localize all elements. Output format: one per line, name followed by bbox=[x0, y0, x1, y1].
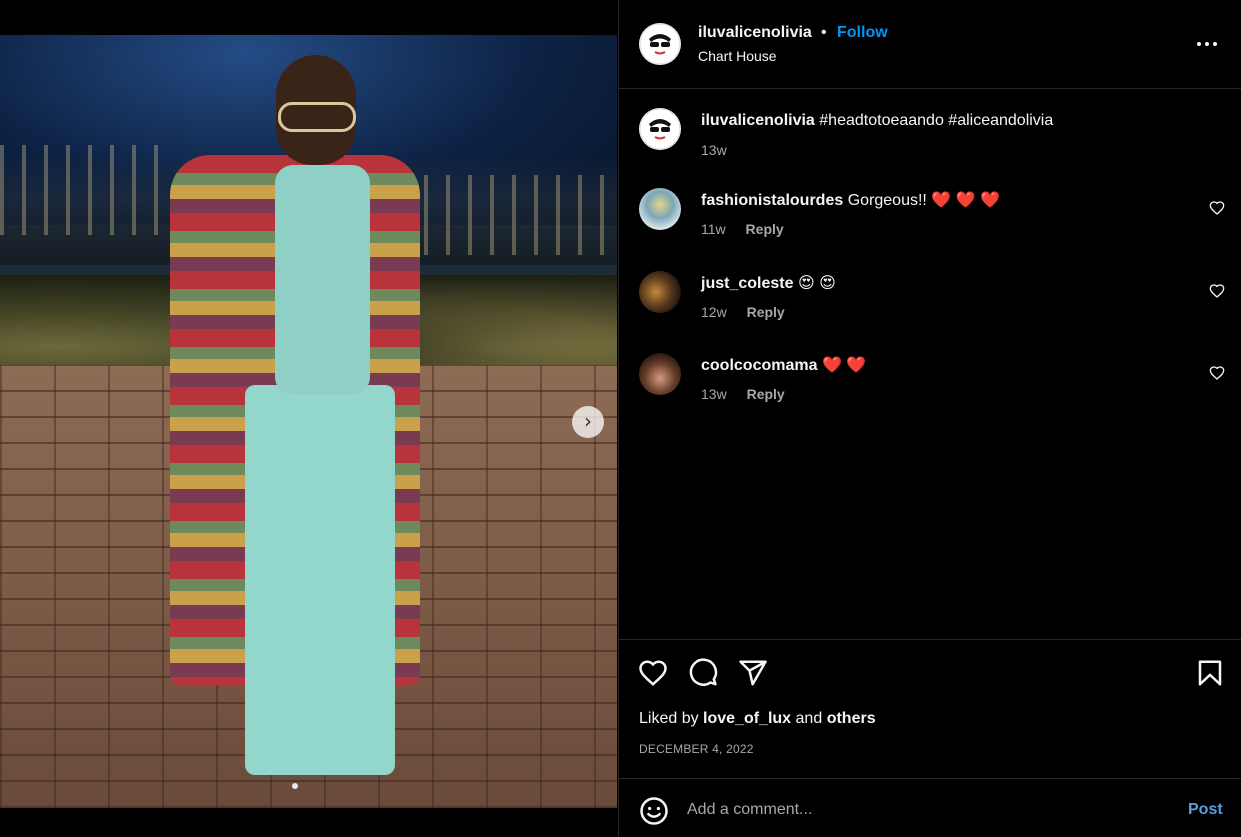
author-username[interactable]: iluvalicenolivia bbox=[698, 24, 812, 42]
comment-username[interactable]: coolcocomama bbox=[701, 357, 817, 374]
more-options-icon[interactable] bbox=[1197, 34, 1219, 54]
comment-item: fashionistalourdes Gorgeous!! ❤️ ❤️ ❤️ 1… bbox=[619, 188, 1241, 258]
comment-item: just_coleste 😍 😍 12w Reply bbox=[619, 271, 1241, 341]
heart-icon[interactable] bbox=[1209, 283, 1225, 299]
comment-time[interactable]: 12w bbox=[701, 304, 727, 320]
comment-text: 😍 😍 bbox=[797, 275, 836, 292]
caption-avatar[interactable] bbox=[639, 108, 681, 150]
reply-button[interactable]: Reply bbox=[747, 386, 785, 402]
separator-dot: • bbox=[821, 24, 827, 41]
comment-username[interactable]: fashionistalourdes bbox=[701, 192, 843, 209]
comment-input[interactable] bbox=[687, 797, 1167, 823]
glasses bbox=[278, 102, 356, 132]
liked-by-and: and bbox=[795, 710, 823, 727]
mint-sweater bbox=[275, 165, 370, 395]
reply-button[interactable]: Reply bbox=[746, 221, 784, 237]
reply-button[interactable]: Reply bbox=[747, 304, 785, 320]
commenter-avatar[interactable] bbox=[639, 188, 681, 230]
carousel-dot-active bbox=[292, 783, 298, 789]
comment-meta: 11w Reply bbox=[701, 221, 784, 237]
follow-button[interactable]: Follow bbox=[837, 24, 888, 42]
liked-by-line: Liked by love_of_lux and others bbox=[639, 710, 876, 728]
commenter-avatar[interactable] bbox=[639, 353, 681, 395]
post-caption: iluvalicenolivia #headtotoeaando #alicea… bbox=[619, 108, 1241, 178]
author-avatar[interactable] bbox=[639, 23, 681, 65]
comment-text-line: just_coleste 😍 😍 bbox=[701, 273, 836, 293]
comment-time[interactable]: 11w bbox=[701, 221, 726, 237]
caption-username[interactable]: iluvalicenolivia bbox=[701, 112, 815, 129]
comment-composer: Post bbox=[619, 778, 1241, 837]
post-date[interactable]: DECEMBER 4, 2022 bbox=[639, 742, 754, 756]
caption-text[interactable]: #headtotoeaando #aliceandolivia bbox=[819, 112, 1053, 129]
post-button[interactable]: Post bbox=[1188, 801, 1223, 819]
comment-time[interactable]: 13w bbox=[701, 386, 727, 402]
comment-username[interactable]: just_coleste bbox=[701, 275, 793, 292]
post-media: › bbox=[0, 0, 617, 837]
comment-text-line: fashionistalourdes Gorgeous!! ❤️ ❤️ ❤️ bbox=[701, 190, 1000, 210]
comment-meta: 12w Reply bbox=[701, 304, 785, 320]
heart-icon[interactable] bbox=[1209, 365, 1225, 381]
liked-by-others[interactable]: others bbox=[827, 710, 876, 727]
comment-text: Gorgeous!! ❤️ ❤️ ❤️ bbox=[847, 192, 1000, 209]
commenter-avatar[interactable] bbox=[639, 271, 681, 313]
person bbox=[150, 45, 430, 808]
liked-by-prefix: Liked by bbox=[639, 710, 699, 727]
caption-text-line: iluvalicenolivia #headtotoeaando #alicea… bbox=[701, 112, 1053, 130]
heart-icon[interactable] bbox=[1209, 200, 1225, 216]
liked-by-user[interactable]: love_of_lux bbox=[703, 710, 791, 727]
post-location[interactable]: Chart House bbox=[698, 48, 777, 64]
comment-text-line: coolcocomama ❤️ ❤️ bbox=[701, 355, 866, 375]
post-header: iluvalicenolivia • Follow Chart House bbox=[619, 0, 1241, 89]
caption-meta: 13w bbox=[701, 142, 727, 158]
logo-face-icon bbox=[639, 108, 681, 150]
logo-face-icon bbox=[639, 23, 681, 65]
share-send-icon[interactable] bbox=[738, 658, 768, 688]
comment-item: coolcocomama ❤️ ❤️ 13w Reply bbox=[619, 353, 1241, 423]
comment-text: ❤️ ❤️ bbox=[821, 357, 867, 374]
comment-bubble-icon[interactable] bbox=[688, 658, 718, 688]
like-heart-icon[interactable] bbox=[638, 658, 668, 688]
chevron-right-icon: › bbox=[584, 409, 592, 433]
post-actions: Liked by love_of_lux and others DECEMBER… bbox=[619, 639, 1241, 778]
emoji-icon[interactable] bbox=[639, 796, 669, 826]
bookmark-icon[interactable] bbox=[1195, 658, 1225, 688]
caption-time[interactable]: 13w bbox=[701, 142, 727, 158]
mint-pants bbox=[245, 385, 395, 775]
comment-meta: 13w Reply bbox=[701, 386, 785, 402]
post-photo bbox=[0, 35, 617, 808]
building-lights-left bbox=[0, 145, 160, 235]
next-image-button[interactable]: › bbox=[572, 406, 604, 438]
post-side-panel: iluvalicenolivia • Follow Chart House il… bbox=[618, 0, 1241, 837]
